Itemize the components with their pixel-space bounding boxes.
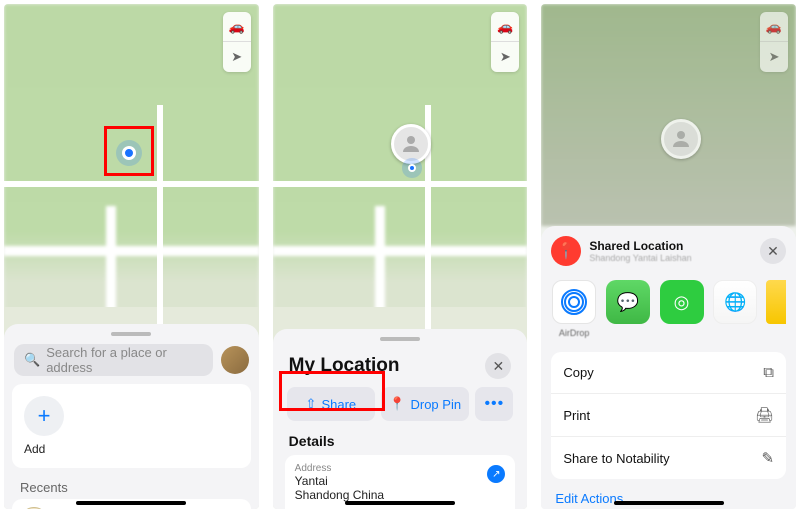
locate-icon: ➤ [760, 42, 788, 72]
pencil-icon: ✎ [761, 449, 774, 467]
driving-icon[interactable]: 🚗 [491, 12, 519, 42]
phone-screen-1: 🚗 ➤ 🔍 Search for a place or address + Ad… [4, 4, 259, 509]
details-header: Details [281, 431, 520, 455]
copy-label: Copy [563, 365, 593, 380]
profile-avatar[interactable] [221, 346, 249, 374]
dropped-pin-avatar[interactable] [391, 124, 431, 164]
share-sheet: 📍 Shared Location Shandong Yantai Laisha… [541, 226, 796, 509]
share-app-overflow[interactable] [766, 280, 786, 338]
close-button[interactable]: ✕ [485, 353, 511, 379]
copy-icon: ⧉ [763, 364, 774, 381]
locate-icon[interactable]: ➤ [223, 42, 251, 72]
recent-title: Yantai Huari Foreign Language School (..… [56, 508, 236, 509]
notability-action[interactable]: Share to Notability ✎ [551, 437, 786, 479]
airdrop-icon [552, 280, 596, 324]
add-label: Add [24, 442, 239, 456]
location-badge-icon: 📍 [551, 236, 581, 266]
airdrop-label: AirDrop [559, 328, 590, 338]
address-label: Address [295, 463, 506, 474]
app3-icon: ◎ [660, 280, 704, 324]
pin-icon: 📍 [389, 396, 405, 412]
app5-icon [766, 280, 786, 324]
search-icon: 🔍 [24, 352, 40, 368]
share-app-wechat[interactable]: 💬 [605, 280, 651, 338]
address-line2: Shandong China [295, 488, 506, 502]
phone-screen-2: 🚗 ➤ My Location ✕ ⇧ Share 📍 Drop Pin •••… [273, 4, 528, 509]
print-action[interactable]: Print 🖨 [551, 394, 786, 437]
close-button[interactable]: ✕ [760, 238, 786, 264]
locate-icon[interactable]: ➤ [491, 42, 519, 72]
copy-action[interactable]: Copy ⧉ [551, 352, 786, 394]
search-placeholder: Search for a place or address [46, 345, 202, 375]
driving-icon: 🚗 [760, 12, 788, 42]
sheet-grip[interactable] [111, 332, 151, 336]
home-indicator[interactable] [76, 501, 186, 505]
add-button[interactable]: + [24, 396, 64, 436]
search-input[interactable]: 🔍 Search for a place or address [14, 344, 213, 376]
poi-icon [20, 507, 48, 509]
location-panel: My Location ✕ ⇧ Share 📍 Drop Pin ••• Det… [273, 329, 528, 509]
map-controls: 🚗 ➤ [491, 12, 519, 72]
drop-pin-button[interactable]: 📍 Drop Pin [381, 387, 469, 421]
app4-icon: 🌐 [713, 280, 757, 324]
phone-screen-3: 🚗 ➤ 📍 Shared Location Shandong Yantai La… [541, 4, 796, 509]
share-app-3[interactable]: ◎ [659, 280, 705, 338]
map-controls: 🚗 ➤ [223, 12, 251, 72]
driving-icon[interactable]: 🚗 [223, 12, 251, 42]
print-label: Print [563, 408, 590, 423]
recents-header: Recents [12, 476, 251, 499]
wechat-icon: 💬 [606, 280, 650, 324]
print-icon: 🖨 [755, 406, 774, 424]
share-app-row: AirDrop 💬 ◎ 🌐 [551, 276, 786, 348]
search-sheet: 🔍 Search for a place or address + Add Re… [4, 324, 259, 509]
more-on-text: More on [295, 508, 334, 509]
share-app-airdrop[interactable]: AirDrop [551, 280, 597, 338]
highlight-box [104, 126, 154, 176]
home-indicator[interactable] [614, 501, 724, 505]
address-line1: Yantai [295, 474, 506, 488]
drop-pin-label: Drop Pin [410, 397, 461, 412]
amap-link[interactable]: Amap [334, 508, 360, 509]
notability-label: Share to Notability [563, 451, 669, 466]
shared-title: Shared Location [589, 239, 752, 253]
more-button[interactable]: ••• [475, 387, 513, 421]
share-app-4[interactable]: 🌐 [712, 280, 758, 338]
favorites-card: + Add [12, 384, 251, 468]
sheet-grip[interactable] [380, 337, 420, 341]
home-indicator[interactable] [345, 501, 455, 505]
map-controls: 🚗 ➤ [760, 12, 788, 72]
map-dimmed [541, 4, 796, 226]
current-location-dot [408, 164, 416, 172]
share-actions: Copy ⧉ Print 🖨 Share to Notability ✎ [551, 352, 786, 479]
highlight-share [279, 371, 385, 411]
shared-subtitle: Shandong Yantai Laishan [589, 253, 752, 263]
